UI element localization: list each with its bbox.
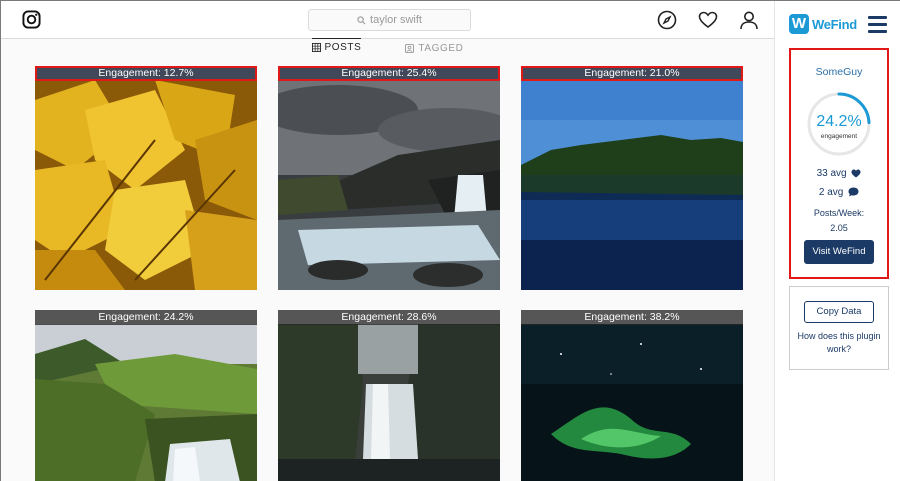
engagement-label: Engagement: 38.2% <box>521 310 743 325</box>
engagement-percentage: 24.2% <box>816 113 862 130</box>
instagram-icon[interactable] <box>22 10 41 29</box>
engagement-label: Engagement: 12.7% <box>35 66 257 81</box>
comment-icon <box>848 187 859 197</box>
tab-tagged[interactable]: TAGGED <box>405 39 463 57</box>
post-image-canyon-waterfall <box>278 324 500 481</box>
post-tile[interactable]: Engagement: 24.2% <box>35 310 257 481</box>
wefind-sidebar: W WeFind SomeGuy 24.2% engagement 33 avg… <box>774 1 900 481</box>
search-placeholder: taylor swift <box>370 14 422 26</box>
post-tile[interactable]: Engagement: 12.7% <box>35 66 257 290</box>
plugin-actions-card: Copy Data How does this plugin work? <box>789 286 889 370</box>
avg-likes: 33 avg <box>791 168 887 179</box>
post-tile[interactable]: Engagement: 38.2% <box>521 310 743 481</box>
engagement-card: SomeGuy 24.2% engagement 33 avg 2 avg Po… <box>789 48 889 279</box>
heart-icon[interactable] <box>698 10 718 30</box>
posts-per-week-label: Posts/Week: <box>813 208 865 218</box>
post-image-maple-leaves <box>35 80 257 290</box>
engagement-label: Engagement: 25.4% <box>278 66 500 81</box>
profile-tabs: POSTS TAGGED <box>1 38 774 59</box>
wefind-logo-icon: W <box>789 14 809 34</box>
how-it-works-link[interactable]: How does this plugin work? <box>790 330 888 356</box>
grid-icon <box>311 43 321 52</box>
tab-posts[interactable]: POSTS <box>311 38 362 56</box>
copy-data-button[interactable]: Copy Data <box>804 301 874 323</box>
compass-icon[interactable] <box>657 10 677 30</box>
engagement-caption: engagement <box>820 133 858 140</box>
tab-label: POSTS <box>324 42 362 53</box>
post-image-lake-island <box>521 80 743 290</box>
wefind-logo: W WeFind <box>789 14 857 34</box>
heart-icon <box>851 169 861 178</box>
user-icon[interactable] <box>739 10 759 30</box>
posts-per-week: Posts/Week: 2.05 <box>791 206 887 236</box>
post-image-northern-lights <box>521 324 743 481</box>
username: SomeGuy <box>815 66 863 78</box>
posts-per-week-value: 2.05 <box>830 223 848 233</box>
tag-icon <box>405 43 415 53</box>
wefind-brand-name: WeFind <box>812 16 857 32</box>
post-image-green-hills <box>35 324 257 481</box>
avg-comments: 2 avg <box>791 187 887 198</box>
search-input[interactable]: taylor swift <box>308 9 471 31</box>
engagement-label: Engagement: 24.2% <box>35 310 257 325</box>
avg-likes-value: 33 avg <box>816 168 847 179</box>
top-nav-bar: taylor swift <box>1 1 774 39</box>
post-tile[interactable]: Engagement: 21.0% <box>521 66 743 290</box>
visit-wefind-button[interactable]: Visit WeFind <box>804 240 874 264</box>
post-image-stormy-waterfall <box>278 80 500 290</box>
tab-label: TAGGED <box>418 42 464 54</box>
avg-comments-value: 2 avg <box>818 187 844 198</box>
post-tile[interactable]: Engagement: 28.6% <box>278 310 500 481</box>
hamburger-icon[interactable] <box>868 16 887 33</box>
search-icon <box>357 15 366 24</box>
engagement-label: Engagement: 28.6% <box>278 310 500 325</box>
post-tile[interactable]: Engagement: 25.4% <box>278 66 500 290</box>
engagement-label: Engagement: 21.0% <box>521 66 743 81</box>
instagram-page: taylor swift POSTS TAGGED Engagement: 12… <box>1 1 774 481</box>
